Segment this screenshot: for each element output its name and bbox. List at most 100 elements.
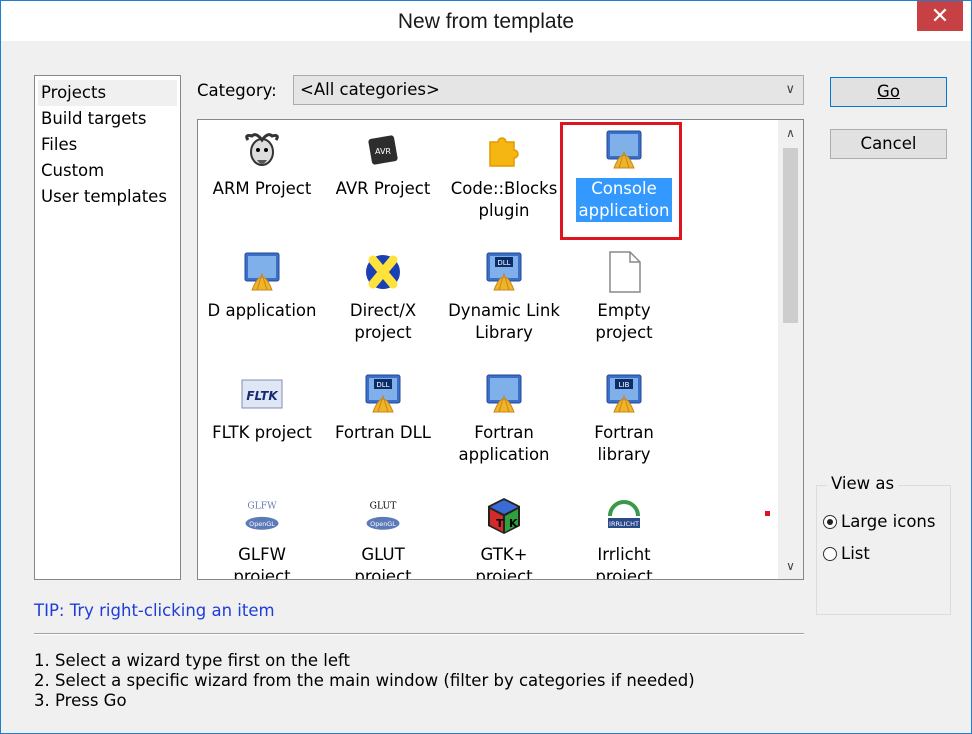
- template-item[interactable]: GLFW OpenGL GLFW project: [202, 494, 322, 580]
- new-from-template-dialog: New from template ✕ Projects Build targe…: [0, 0, 972, 734]
- go-button[interactable]: Go: [830, 77, 947, 107]
- template-item-label: Fortran library: [592, 422, 656, 466]
- vertical-scrollbar[interactable]: ∧ ∨: [778, 120, 803, 579]
- puzzle-plugin-icon: [482, 128, 526, 172]
- template-item[interactable]: T K GTK+ project: [444, 494, 564, 580]
- template-item-label: AVR Project: [334, 178, 433, 200]
- svg-text:DLL: DLL: [497, 259, 510, 267]
- template-item[interactable]: IRRLICHT Irrlicht project: [564, 494, 684, 580]
- radio-list-label: List: [841, 544, 870, 563]
- radio-checked-icon: [823, 514, 837, 529]
- template-item[interactable]: Direct/X project: [323, 250, 443, 344]
- template-item[interactable]: ARM Project: [202, 128, 322, 200]
- template-item[interactable]: DLL Dynamic Link Library: [444, 250, 564, 344]
- wizard-type-build-targets[interactable]: Build targets: [38, 106, 177, 132]
- scroll-thumb[interactable]: [783, 148, 798, 323]
- template-item-label: Empty project: [593, 300, 654, 344]
- template-grid[interactable]: ARM Project AVRAVR Project Code::Blocksplu…: [197, 119, 804, 580]
- gnu-icon: [240, 128, 284, 172]
- gtk-icon: TK: [482, 494, 526, 538]
- template-item[interactable]: Empty project: [564, 250, 684, 344]
- template-item-label: Direct/X project: [348, 300, 418, 344]
- template-item[interactable]: D application: [202, 250, 322, 322]
- template-item-label-line: project: [354, 323, 412, 342]
- svg-text:DLL: DLL: [376, 381, 389, 389]
- template-item-label-line: ARM Project: [212, 179, 312, 198]
- svg-text:T: T: [496, 517, 504, 530]
- template-item-label: Dynamic Link Library: [446, 300, 562, 344]
- template-item-label-line: library: [597, 445, 651, 464]
- view-as-legend: View as: [827, 474, 899, 493]
- template-item-label-line: plugin: [478, 201, 530, 220]
- template-item-label: FLTK project: [210, 422, 314, 444]
- template-item-label: GTK+ project: [473, 544, 534, 580]
- template-item-label-line: FLTK project: [212, 423, 312, 442]
- template-item[interactable]: AVR AVR Project: [323, 128, 443, 200]
- wizard-type-list[interactable]: Projects Build targets Files Custom User…: [34, 75, 181, 580]
- cancel-button[interactable]: Cancel: [830, 129, 947, 159]
- template-item[interactable]: Fortran application: [444, 372, 564, 466]
- template-item[interactable]: Code::Blocksplugin: [444, 128, 564, 222]
- template-item[interactable]: LIB Fortran library: [564, 372, 684, 466]
- template-item-label-line: project: [595, 323, 653, 342]
- instructions: 1. Select a wizard type first on the lef…: [34, 651, 695, 711]
- radio-list[interactable]: List: [823, 544, 870, 563]
- template-item-label-line: project: [595, 567, 653, 580]
- template-item-label-line: application: [458, 445, 550, 464]
- svg-text:FLTK: FLTK: [246, 389, 279, 403]
- svg-text:IRRLICHT: IRRLICHT: [609, 520, 639, 528]
- chevron-down-icon: ∨: [785, 82, 795, 97]
- template-item[interactable]: DLL Fortran DLL: [323, 372, 443, 444]
- template-item[interactable]: GLUT OpenGL GLUT project: [323, 494, 443, 579]
- close-button[interactable]: ✕: [917, 1, 963, 31]
- template-item-label-line: Empty: [597, 301, 651, 320]
- directx-icon: [361, 250, 405, 294]
- template-item-label-line: GLFW: [238, 545, 286, 564]
- template-item-label: Fortran DLL: [333, 422, 433, 444]
- scroll-up-icon[interactable]: ∧: [778, 120, 803, 146]
- cancel-button-label: Cancel: [860, 134, 917, 153]
- wizard-type-user-templates[interactable]: User templates: [38, 184, 177, 210]
- template-item[interactable]: FLTK FLTK project: [202, 372, 322, 444]
- radio-unchecked-icon: [823, 546, 837, 561]
- scroll-down-icon[interactable]: ∨: [778, 553, 803, 579]
- instruction-line: 1. Select a wizard type first on the lef…: [34, 651, 350, 670]
- d-app-icon: [240, 250, 284, 294]
- category-label: Category:: [197, 81, 277, 100]
- wizard-type-files[interactable]: Files: [38, 132, 177, 158]
- glut-icon: GLUT OpenGL: [361, 494, 405, 538]
- red-marker: [765, 511, 770, 516]
- template-item-label-line: project: [475, 567, 533, 580]
- template-item-label: GLFW project: [231, 544, 292, 580]
- radio-large-icons-label: Large icons: [841, 512, 936, 531]
- close-icon: ✕: [930, 3, 950, 29]
- glfw-icon: GLFW OpenGL: [240, 494, 284, 538]
- category-select[interactable]: <All categories> ∨: [293, 75, 804, 105]
- wizard-type-custom[interactable]: Custom: [38, 158, 177, 184]
- svg-text:LIB: LIB: [619, 381, 630, 389]
- template-item-label-line: Fortran: [474, 423, 534, 442]
- svg-text:OpenGL: OpenGL: [370, 520, 396, 528]
- fltk-icon: FLTK: [240, 372, 284, 416]
- irrlicht-icon: IRRLICHT: [602, 494, 646, 538]
- template-item-label: Code::Blocksplugin: [449, 178, 560, 222]
- fortran-lib-icon: LIB: [602, 372, 646, 416]
- svg-text:AVR: AVR: [375, 147, 391, 156]
- svg-text:OpenGL: OpenGL: [249, 520, 275, 528]
- svg-text:K: K: [509, 517, 518, 530]
- template-item-label-line: Fortran: [594, 423, 654, 442]
- wizard-type-projects[interactable]: Projects: [38, 80, 177, 106]
- template-item-label: ARM Project: [211, 178, 314, 200]
- title-bar: New from template ✕: [1, 1, 971, 41]
- template-item-label: Fortran application: [456, 422, 551, 466]
- radio-large-icons[interactable]: Large icons: [823, 512, 935, 531]
- dll-icon: DLL: [482, 250, 526, 294]
- highlight-frame: [560, 122, 682, 240]
- view-as-group: View as Large icons List: [816, 474, 951, 615]
- go-button-label: Go: [877, 82, 900, 101]
- fortran-app-icon: [482, 372, 526, 416]
- divider: [34, 633, 804, 635]
- template-item-label-line: project: [233, 567, 291, 580]
- template-item-label-line: Code::Blocks: [450, 179, 558, 198]
- template-item-label-line: D application: [207, 301, 317, 320]
